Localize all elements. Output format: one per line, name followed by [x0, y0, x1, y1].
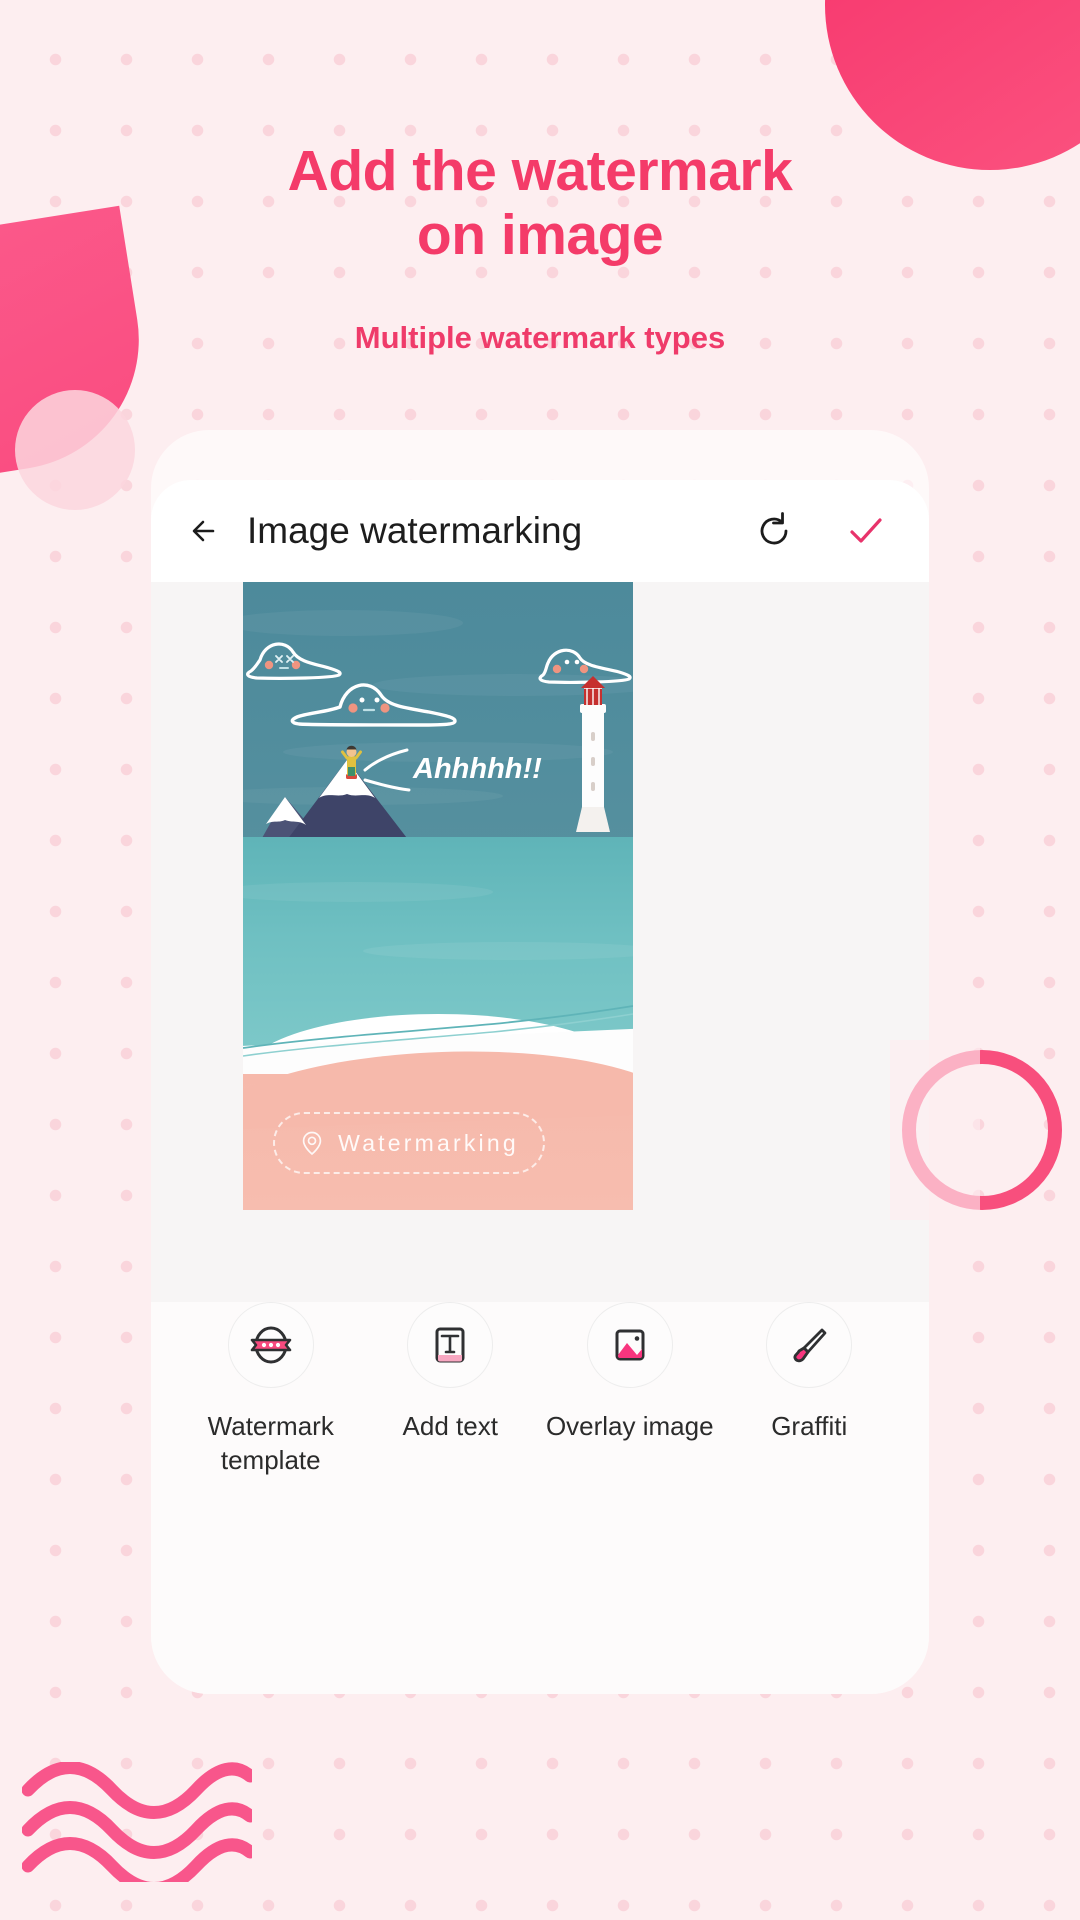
- cloud-blush: [380, 703, 390, 713]
- lighthouse-roof: [581, 676, 605, 688]
- cloud-eye: [359, 697, 365, 703]
- tool-label-line-1: Watermark: [207, 1411, 334, 1441]
- promo-page: Add the watermark on image Multiple wate…: [0, 0, 1080, 1920]
- speech-text: Ahhhhh!!!: [412, 753, 543, 785]
- lighthouse-window: [591, 757, 595, 766]
- location-pin-icon: [302, 1131, 322, 1156]
- cloud-outline: [246, 642, 342, 680]
- person-arm: [341, 750, 349, 760]
- image-canvas-area: Ahhhhh!!! Watermarking: [151, 582, 929, 1302]
- refresh-icon[interactable]: [753, 510, 795, 552]
- add-text-icon: [407, 1302, 494, 1388]
- overlay-image-icon: [586, 1302, 673, 1388]
- watermark-overlay[interactable]: Watermarking: [273, 1112, 545, 1174]
- person-arm: [354, 750, 362, 760]
- tool-label: Add text: [361, 1410, 541, 1444]
- lighthouse-gallery: [580, 704, 606, 713]
- person-hair: [346, 745, 357, 750]
- cloud-blush: [348, 703, 358, 713]
- tool-label-line-1: Add text: [402, 1411, 498, 1441]
- person-pants: [348, 767, 355, 776]
- shore-line: [243, 1005, 633, 1049]
- watermark-text: Watermarking: [338, 1129, 519, 1156]
- graffiti-brush-icon: [766, 1302, 853, 1388]
- pink-ribbon-fold-decoration: [15, 390, 135, 510]
- check-icon[interactable]: [845, 510, 887, 552]
- phone-screen: Image watermarking Ahhhhh!!! Watermarkin…: [151, 480, 929, 1694]
- photo-preview[interactable]: Ahhhhh!!! Watermarking: [243, 582, 633, 1210]
- page-title-line-1: Add the watermark: [287, 139, 793, 203]
- tool-label: Overlay image: [540, 1410, 720, 1444]
- shore-line: [243, 1013, 633, 1057]
- app-bar-title: Image watermarking: [247, 510, 583, 551]
- arrow-left-icon[interactable]: [183, 508, 229, 554]
- page-subtitle: Multiple watermark types: [354, 320, 726, 355]
- lighthouse-lamp-bars: [584, 687, 602, 705]
- cloud-blush: [552, 664, 562, 674]
- cloud-blush: [264, 660, 274, 670]
- cloud-outline: [290, 683, 457, 727]
- watermark-template-icon: [227, 1302, 314, 1388]
- pink-ring-mask: [890, 1040, 980, 1220]
- cloud-eye-x: [275, 655, 294, 663]
- tool-graffiti[interactable]: Graffiti: [720, 1302, 900, 1478]
- lighthouse-base: [576, 807, 610, 832]
- speech-line: [363, 778, 411, 792]
- tool-label-line-2: template: [220, 1444, 321, 1475]
- app-bar: Image watermarking: [151, 480, 929, 582]
- phone-mockup: Image watermarking Ahhhhh!!! Watermarkin…: [151, 430, 929, 1694]
- lighthouse-window: [591, 732, 595, 741]
- tool-overlay-image[interactable]: Overlay image: [540, 1302, 720, 1478]
- tool-label: Graffiti: [720, 1410, 900, 1444]
- tool-watermark-template[interactable]: Watermark template: [181, 1302, 361, 1478]
- speech-line: [363, 748, 409, 772]
- lighthouse-figure: [576, 676, 610, 832]
- pink-waves-decoration: [21, 1761, 257, 1895]
- tool-add-text[interactable]: Add text: [361, 1302, 541, 1478]
- page-title: Add the watermark on image: [0, 139, 1080, 268]
- cloud-eye: [374, 697, 380, 703]
- speech-group: Ahhhhh!!!: [363, 748, 543, 792]
- page-title-line-2: on image: [416, 202, 664, 267]
- tool-label: Watermark template: [181, 1410, 361, 1478]
- tool-label-line-1: Overlay image: [545, 1411, 714, 1441]
- tool-bar: Watermark template Add text Overlay imag…: [151, 1302, 929, 1478]
- tool-label-line-1: Graffiti: [771, 1411, 848, 1441]
- lighthouse-window: [591, 782, 595, 791]
